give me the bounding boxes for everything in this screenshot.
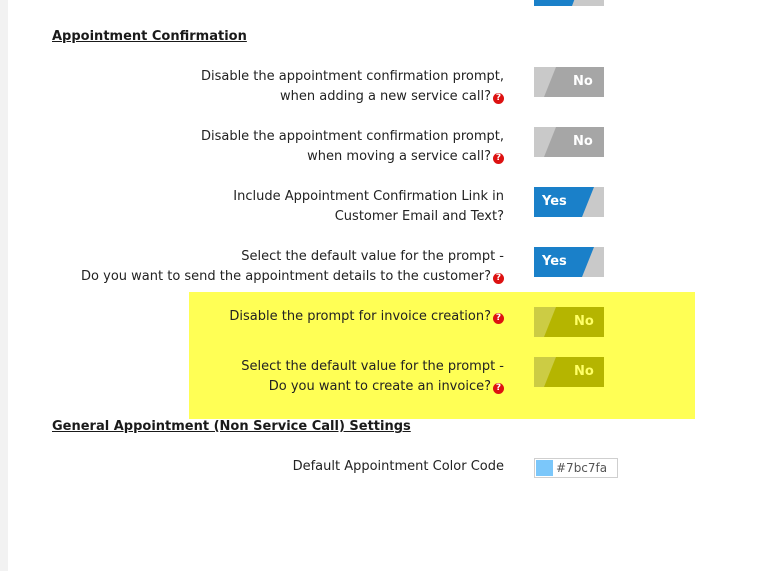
toggle-label: Yes [542,194,567,209]
color-code-input[interactable]: #7bc7fa [534,458,618,478]
question-circle-icon[interactable]: ? [493,93,504,104]
row-label-include-confirmation-link: Include Appointment Confirmation Link in… [24,187,504,227]
row-label-line: Do you want to send the appointment deta… [81,269,491,284]
row-label-disable-confirmation-move: Disable the appointment confirmation pro… [24,127,504,167]
toggle-label: No [574,364,594,379]
color-code-value: #7bc7fa [556,461,608,475]
row-label-line: Include Appointment Confirmation Link in [233,189,504,204]
row-label-line: Select the default value for the prompt … [241,359,504,374]
question-circle-icon[interactable]: ? [493,153,504,164]
toggle-disable-invoice-prompt[interactable]: No [534,307,604,337]
toggle-label: No [573,134,593,149]
section-heading-appointment-confirmation: Appointment Confirmation [52,29,247,44]
row-label-disable-invoice-prompt: Disable the prompt for invoice creation?… [24,307,504,327]
toggle-disable-confirmation-move[interactable]: No [534,127,604,157]
row-label-line: Disable the prompt for invoice creation? [229,309,491,324]
row-label-default-color: Default Appointment Color Code [24,457,504,477]
row-label-line: Default Appointment Color Code [292,459,504,474]
row-label-line: when moving a service call? [307,149,491,164]
toggle-disable-confirmation-new[interactable]: No [534,67,604,97]
row-label-disable-confirmation-new: Disable the appointment confirmation pro… [24,67,504,107]
toggle-create-invoice-default[interactable]: No [534,357,604,387]
question-circle-icon[interactable]: ? [493,383,504,394]
toggle-graphic [534,67,604,97]
toggle-label: Yes [542,254,567,269]
toggle-partial-top-graphic [534,0,604,6]
toggle-label: No [574,314,594,329]
row-label-line: Select the default value for the prompt … [241,249,504,264]
toggle-include-confirmation-link[interactable]: Yes [534,187,604,217]
row-label-create-invoice-default: Select the default value for the prompt … [24,357,504,397]
row-label-line: Disable the appointment confirmation pro… [200,129,504,144]
toggle-graphic [534,127,604,157]
row-label-line: Disable the appointment confirmation pro… [200,69,504,84]
row-label-line: Do you want to create an invoice? [268,379,491,394]
question-circle-icon[interactable]: ? [493,273,504,284]
toggle-send-appointment-details[interactable]: Yes [534,247,604,277]
question-circle-icon[interactable]: ? [493,313,504,324]
left-border [0,0,8,571]
row-label-line: when adding a new service call? [280,89,491,104]
row-label-line: Customer Email and Text? [334,209,504,224]
color-swatch[interactable] [536,460,553,476]
row-label-send-appointment-details: Select the default value for the prompt … [24,247,504,287]
section-heading-general-appointment: General Appointment (Non Service Call) S… [52,419,411,434]
toggle-label: No [573,74,593,89]
toggle-partial-top[interactable] [534,0,604,6]
